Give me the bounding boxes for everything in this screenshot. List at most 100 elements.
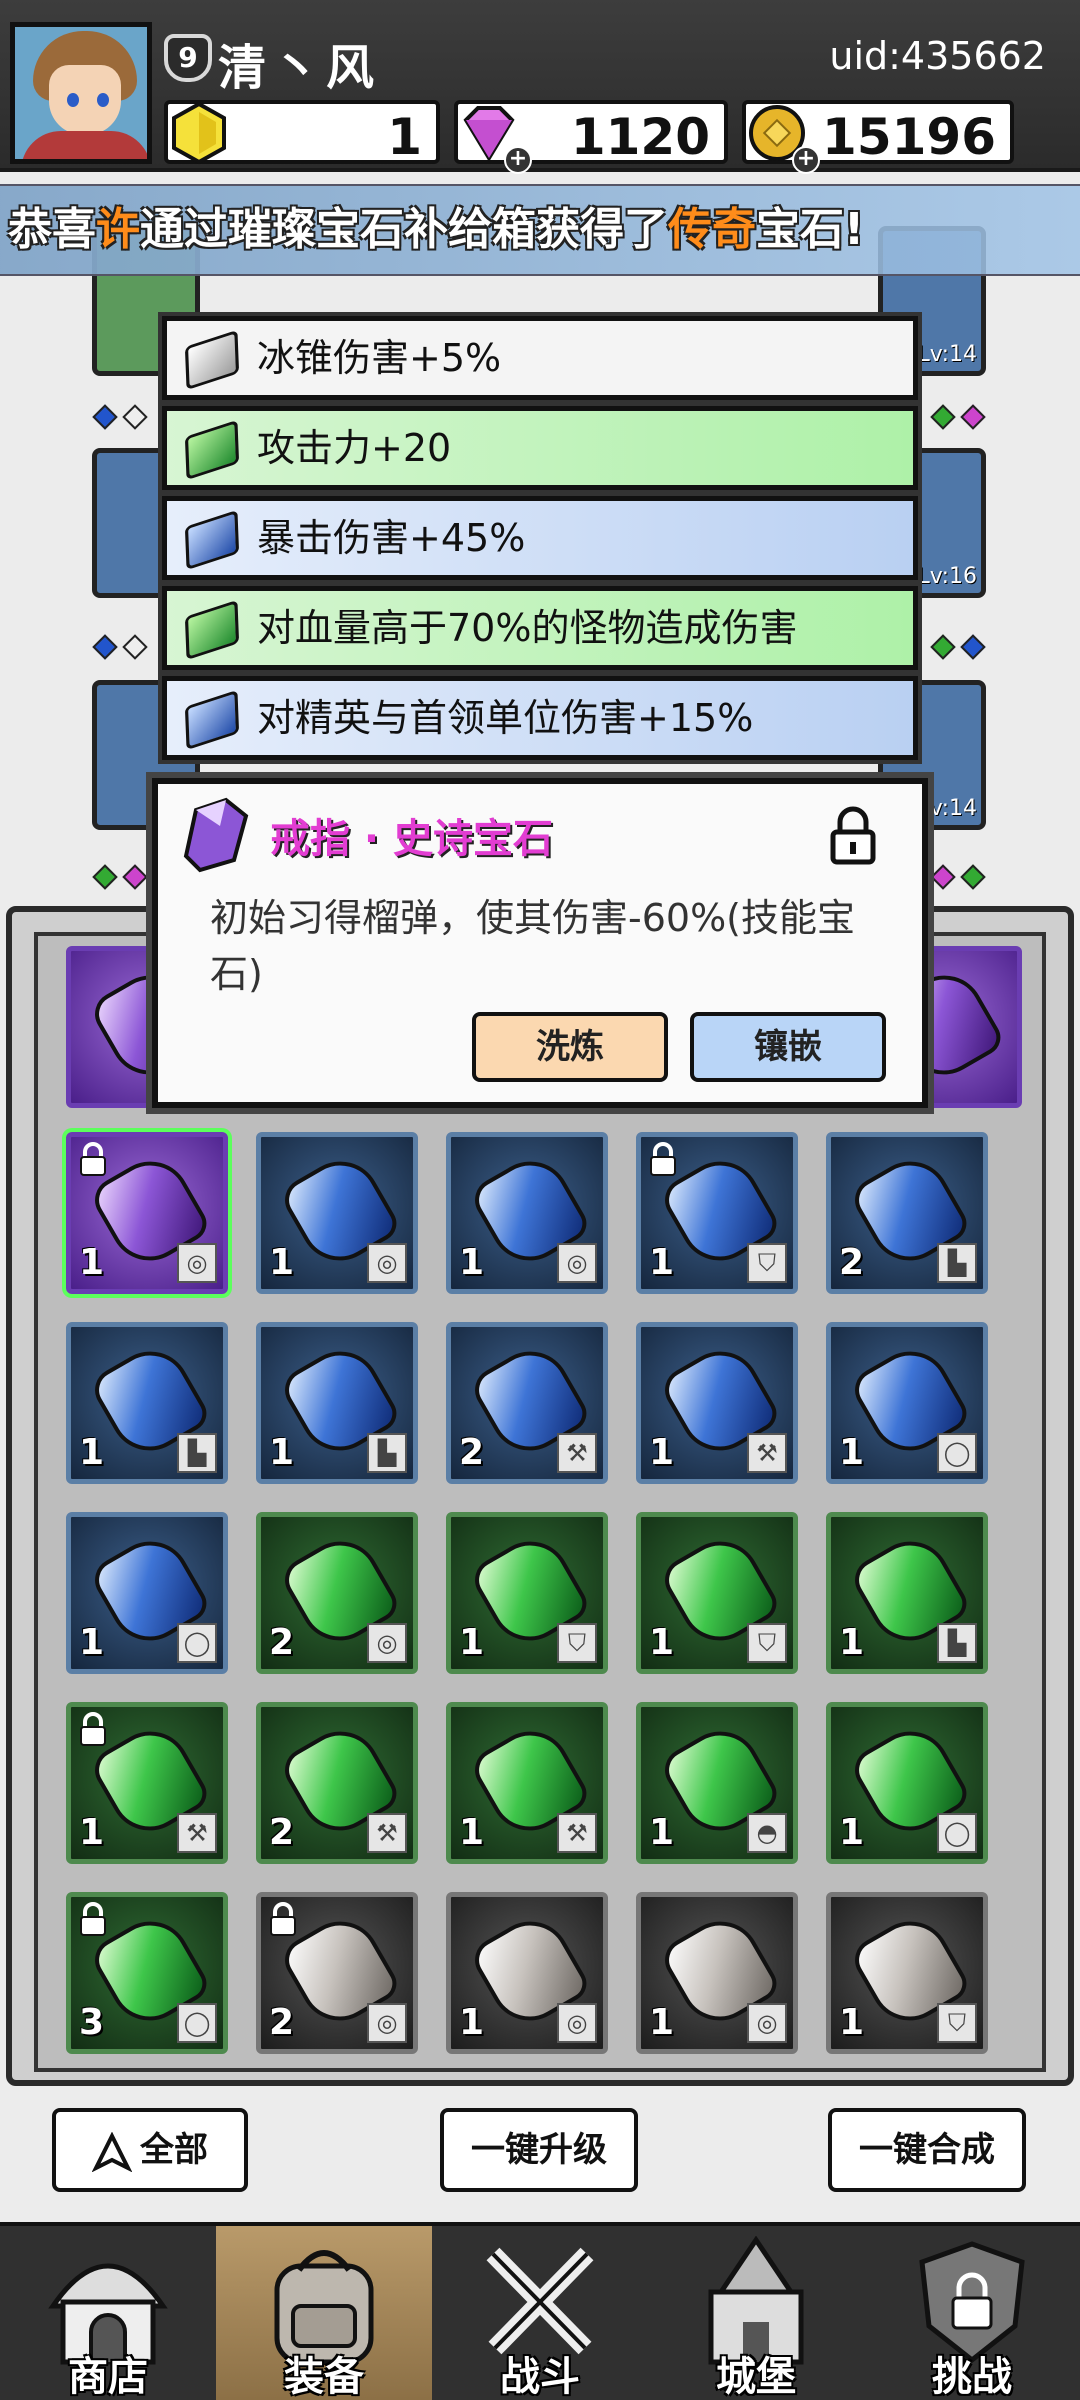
nav-challenge[interactable]: 挑战 xyxy=(864,2226,1080,2400)
gem-count: 1 xyxy=(459,1812,485,1853)
gem-socket-icon xyxy=(92,404,118,430)
refine-button[interactable]: 洗炼 xyxy=(472,1012,668,1082)
inlay-button[interactable]: 镶嵌 xyxy=(690,1012,886,1082)
gem-count: 1 xyxy=(459,1622,485,1663)
stat-row: 暴击伤害+45% xyxy=(162,496,918,580)
gem-cell[interactable]: 1 ◎ xyxy=(256,1132,418,1294)
gem-cell[interactable]: 1 ◎ xyxy=(446,1892,608,2054)
player-level-badge: 9 xyxy=(164,34,212,82)
filter-all-button[interactable]: 全部 xyxy=(52,2108,248,2192)
gem-count: 1 xyxy=(649,1242,675,1283)
gem-count: 1 xyxy=(649,1432,675,1473)
gem-cell[interactable]: 1 ▙ xyxy=(826,1512,988,1674)
ring-slot-icon: ◎ xyxy=(177,1243,217,1283)
nav-shop[interactable]: 商店 xyxy=(0,2226,216,2400)
bottom-nav: 商店 装备 战斗 城堡 挑战 xyxy=(0,2222,1080,2400)
gem-count: 1 xyxy=(649,2002,675,2043)
gold-value: 1 xyxy=(387,108,422,166)
gem-count: 2 xyxy=(839,1242,865,1283)
ring-slot-icon: ◎ xyxy=(557,1243,597,1283)
gem-cell[interactable]: 1 ⛉ xyxy=(636,1512,798,1674)
gem-count: 1 xyxy=(839,1432,865,1473)
popup-title: 戒指 · 史诗宝石 xyxy=(270,816,554,862)
gem-socket-icon xyxy=(122,404,148,430)
gem-cell[interactable]: 2 ◎ xyxy=(256,1892,418,2054)
gem-count: 2 xyxy=(269,1812,295,1853)
gems-value: 1120 xyxy=(570,108,710,166)
gem-socket-icon xyxy=(930,404,956,430)
gem-cell[interactable]: 1 ⚒ xyxy=(66,1702,228,1864)
gem-cell[interactable]: 2 ⚒ xyxy=(446,1322,608,1484)
gem-cell[interactable]: 3 ◯ xyxy=(66,1892,228,2054)
nav-castle[interactable]: 城堡 xyxy=(648,2226,864,2400)
gem-cell[interactable]: 2 ⚒ xyxy=(256,1702,418,1864)
ring-slot-icon: ◎ xyxy=(367,2003,407,2043)
gem-count: 1 xyxy=(649,1812,675,1853)
gem-count: 2 xyxy=(459,1432,485,1473)
lock-icon xyxy=(80,1712,106,1746)
gem-cell[interactable]: 1 ⛉ xyxy=(446,1512,608,1674)
gem-count: 1 xyxy=(839,2002,865,2043)
merge-all-button[interactable]: 一键合成 xyxy=(828,2108,1026,2192)
necklace-slot-icon: ◯ xyxy=(937,1433,977,1473)
nav-battle-label: 战斗 xyxy=(500,2354,580,2400)
gem-socket-icon xyxy=(930,864,956,890)
gem-count: 1 xyxy=(839,1812,865,1853)
gem-cell[interactable]: 1 ◎ xyxy=(446,1132,608,1294)
nav-challenge-label: 挑战 xyxy=(932,2354,1012,2400)
player-avatar[interactable] xyxy=(10,22,152,164)
nav-equip[interactable]: 装备 xyxy=(216,2226,432,2400)
gem-socket-icon xyxy=(960,634,986,660)
gem-count: 1 xyxy=(459,2002,485,2043)
nav-battle[interactable]: 战斗 xyxy=(432,2226,648,2400)
armor-slot-icon: ⛉ xyxy=(747,1243,787,1283)
gem-detail-popup: 戒指 · 史诗宝石 初始习得榴弹，使其伤害-60%(技能宝石) 洗炼 镶嵌 xyxy=(152,778,928,1108)
gem-cell[interactable]: 2 ◎ xyxy=(256,1512,418,1674)
lock-icon xyxy=(650,1142,676,1176)
upgrade-all-button[interactable]: 一键升级 xyxy=(440,2108,638,2192)
gold-hexagon-icon xyxy=(172,101,226,165)
gem-cell[interactable]: 2 ▙ xyxy=(826,1132,988,1294)
gem-cell[interactable]: 1 ◓ xyxy=(636,1702,798,1864)
gem-count: 1 xyxy=(79,1622,105,1663)
white-gem-icon xyxy=(184,329,240,391)
broadcast-rarity: 传奇 xyxy=(668,204,756,255)
armor-slot-icon: ⛉ xyxy=(557,1623,597,1663)
necklace-slot-icon: ◯ xyxy=(177,2003,217,2043)
gem-cell[interactable]: 1 ◯ xyxy=(826,1322,988,1484)
nav-equip-label: 装备 xyxy=(284,2354,364,2400)
equip-level-weapon: Lv:14 xyxy=(917,342,977,367)
lock-icon xyxy=(80,1142,106,1176)
gem-cell[interactable]: 1 ⚒ xyxy=(446,1702,608,1864)
equip-level-ring: Lv:16 xyxy=(917,564,977,589)
gem-cell[interactable]: 1 ◯ xyxy=(826,1702,988,1864)
weapon-slot-icon: ⚒ xyxy=(747,1433,787,1473)
player-uid: uid:435662 xyxy=(829,34,1046,78)
add-gems-button[interactable]: + xyxy=(504,146,532,174)
broadcast-middle: 通过璀璨宝石补给箱获得了 xyxy=(140,204,668,255)
broadcast-marquee: 恭喜许通过璀璨宝石补给箱获得了传奇宝石! xyxy=(0,184,1080,276)
boots-slot-icon: ▙ xyxy=(177,1433,217,1473)
stat-row: 对精英与首领单位伤害+15% xyxy=(162,676,918,760)
ring-slot-icon: ◎ xyxy=(747,2003,787,2043)
lock-icon[interactable] xyxy=(828,804,878,866)
add-coins-button[interactable]: + xyxy=(792,146,820,174)
gem-cell[interactable]: 1 ▙ xyxy=(256,1322,418,1484)
gem-cell[interactable]: 1 ⛉ xyxy=(636,1132,798,1294)
gem-socket-icon xyxy=(122,864,148,890)
gem-cell[interactable]: 1 ⚒ xyxy=(636,1322,798,1484)
gem-cell[interactable]: 1 ◎ xyxy=(66,1132,228,1294)
broadcast-player: 许 xyxy=(96,204,140,255)
gem-socket-icon xyxy=(930,634,956,660)
lock-icon xyxy=(270,1902,296,1936)
ring-slot-icon: ◎ xyxy=(557,2003,597,2043)
gem-count: 1 xyxy=(79,1242,105,1283)
coin-resource: + 15196 xyxy=(742,100,1014,174)
gem-cell[interactable]: 1 ⛉ xyxy=(826,1892,988,2054)
stat-row: 攻击力+20 xyxy=(162,406,918,490)
gem-cell[interactable]: 1 ▙ xyxy=(66,1322,228,1484)
gem-socket-icon xyxy=(960,404,986,430)
gem-cell[interactable]: 1 ◯ xyxy=(66,1512,228,1674)
player-name: 清丶风 xyxy=(218,40,381,96)
gem-cell[interactable]: 1 ◎ xyxy=(636,1892,798,2054)
